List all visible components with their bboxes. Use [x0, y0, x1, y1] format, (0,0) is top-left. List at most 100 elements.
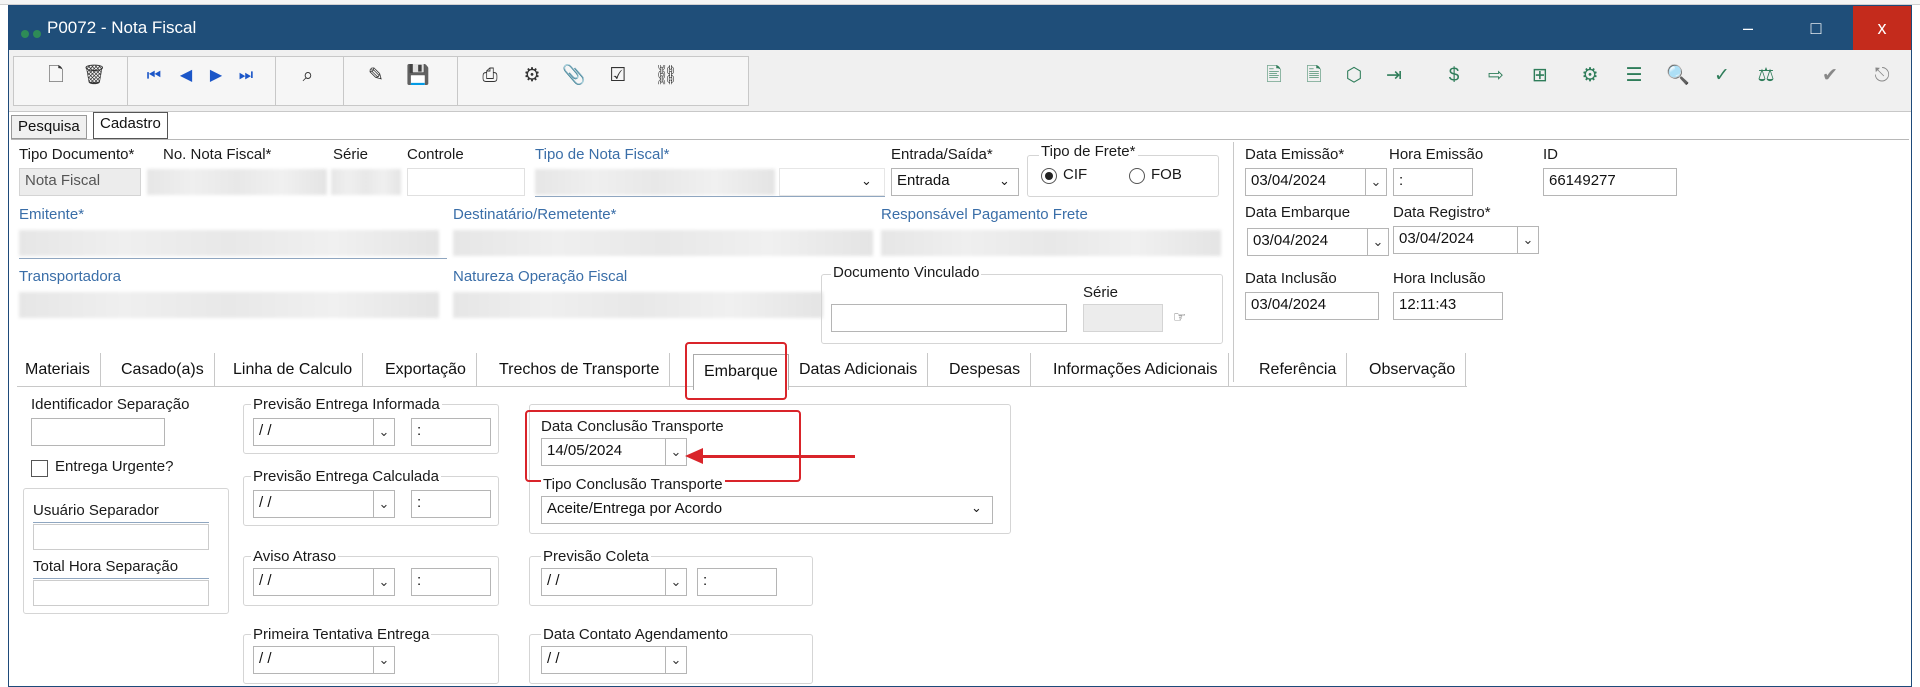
previsao-informada-time[interactable]: :	[411, 418, 491, 446]
frete-fob-radio[interactable]	[1129, 168, 1145, 184]
previsao-calculada-date[interactable]: / /	[253, 490, 375, 518]
preview-doc-icon[interactable]: 🔍	[1665, 63, 1691, 89]
responsavel-frete-field[interactable]	[881, 230, 1221, 256]
previsao-calculada-dropdown-icon[interactable]: ⌄	[373, 490, 395, 518]
no-nota-fiscal-field[interactable]	[147, 169, 327, 195]
tipo-documento-field[interactable]: Nota Fiscal	[19, 168, 141, 196]
export-doc-icon[interactable]: ⇨	[1483, 63, 1509, 89]
previsao-informada-date[interactable]: / /	[253, 418, 375, 446]
destinatario-field[interactable]	[453, 230, 873, 256]
documento-vinculado-field[interactable]	[831, 304, 1067, 332]
entrada-saida-label: Entrada/Saída*	[891, 146, 993, 163]
aviso-atraso-time[interactable]: :	[411, 568, 491, 596]
identificador-separacao-field[interactable]	[31, 418, 165, 446]
data-emissao-dropdown-icon[interactable]: ⌄	[1365, 168, 1387, 196]
hora-emissao-field[interactable]: :	[1393, 168, 1473, 196]
toolbar-separator	[343, 56, 344, 106]
pointing-hand-icon[interactable]: ☞	[1173, 308, 1186, 326]
aviso-atraso-dropdown-icon[interactable]: ⌄	[373, 568, 395, 596]
red-arrow-icon	[685, 448, 703, 464]
list-doc-icon[interactable]: ☰	[1621, 63, 1647, 89]
data-embarque-field[interactable]: 03/04/2024	[1247, 228, 1369, 256]
tab-despesas[interactable]: Despesas	[939, 353, 1032, 387]
aviso-atraso-date[interactable]: / /	[253, 568, 375, 596]
id-field[interactable]: 66149277	[1543, 168, 1677, 196]
data-conclusao-highlight-box	[525, 410, 801, 482]
previous-record-icon[interactable]: ◀	[173, 63, 199, 89]
data-embarque-dropdown-icon[interactable]: ⌄	[1367, 228, 1389, 256]
data-emissao-field[interactable]: 03/04/2024	[1245, 168, 1367, 196]
tree-icon[interactable]: ⊞	[1527, 63, 1553, 89]
truck-report-icon[interactable]: 🖹	[1261, 63, 1287, 89]
transportadora-field[interactable]	[19, 292, 439, 318]
scale-icon[interactable]: ⚖	[1753, 63, 1779, 89]
save-icon[interactable]: 💾	[405, 63, 431, 89]
exit-icon[interactable]: ⎋	[1869, 63, 1895, 89]
data-registro-field[interactable]: 03/04/2024	[1393, 226, 1519, 254]
tab-trechos-transporte[interactable]: Trechos de Transporte	[489, 353, 671, 387]
entrega-urgente-checkbox[interactable]	[31, 460, 48, 477]
arrow-shaft	[699, 455, 855, 458]
maximize-button[interactable]: □	[1787, 6, 1845, 50]
usuario-separador-field[interactable]	[33, 524, 209, 550]
chevron-down-icon: ⌄	[999, 173, 1010, 188]
tab-observacao[interactable]: Observação	[1359, 353, 1467, 387]
id-label: ID	[1543, 146, 1558, 163]
tab-materiais[interactable]: Materiais	[15, 353, 101, 387]
approve-doc-icon[interactable]: ✓	[1709, 63, 1735, 89]
minimize-button[interactable]: –	[1719, 6, 1777, 50]
tab-datas-adicionais[interactable]: Datas Adicionais	[789, 353, 929, 387]
import-icon[interactable]: ⇥	[1381, 63, 1407, 89]
frete-cif-radio[interactable]	[1041, 168, 1057, 184]
tipo-conclusao-select[interactable]: Aceite/Entrega por Acordo	[541, 496, 993, 524]
close-button[interactable]: x	[1853, 6, 1911, 50]
confirm-check-icon[interactable]: ☑	[605, 63, 631, 89]
serie-field[interactable]	[331, 169, 401, 195]
tab-linha-calculo[interactable]: Linha de Calculo	[223, 353, 364, 387]
search-record-icon[interactable]: ⌕	[295, 63, 321, 89]
next-record-icon[interactable]: ▶	[203, 63, 229, 89]
data-inclusao-field[interactable]: 03/04/2024	[1245, 292, 1379, 320]
doc-serie-label: Série	[1083, 284, 1119, 301]
controle-field[interactable]	[407, 168, 525, 196]
primeira-tentativa-dropdown-icon[interactable]: ⌄	[373, 646, 395, 674]
check-icon[interactable]: ✔	[1817, 63, 1843, 89]
data-contato-date[interactable]: / /	[541, 646, 667, 674]
delete-icon[interactable]: 🗑	[81, 63, 107, 89]
package-icon[interactable]: ⬡	[1341, 63, 1367, 89]
tab-referencia[interactable]: Referência	[1249, 353, 1348, 387]
previsao-coleta-dropdown-icon[interactable]: ⌄	[665, 568, 687, 596]
attach-icon[interactable]: 📎	[561, 63, 587, 89]
first-record-icon[interactable]: ⏮	[141, 63, 167, 89]
emitente-field[interactable]	[19, 230, 439, 256]
total-hora-separacao-field[interactable]	[33, 580, 209, 606]
previsao-informada-dropdown-icon[interactable]: ⌄	[373, 418, 395, 446]
serie-label: Série	[333, 146, 369, 163]
tab-cadastro[interactable]: Cadastro	[93, 112, 168, 139]
tipo-nota-fiscal-field[interactable]	[535, 169, 775, 195]
tab-pesquisa[interactable]: Pesquisa	[11, 115, 87, 139]
print-icon[interactable]: ⎙	[477, 63, 503, 89]
tab-informacoes-adicionais[interactable]: Informações Adicionais	[1043, 353, 1229, 387]
link-icon[interactable]: ⛓	[653, 63, 679, 89]
previsao-calculada-time[interactable]: :	[411, 490, 491, 518]
process-gear-icon[interactable]: ⚙	[1577, 63, 1603, 89]
last-record-icon[interactable]: ⏭	[233, 63, 259, 89]
data-contato-dropdown-icon[interactable]: ⌄	[665, 646, 687, 674]
tab-casados[interactable]: Casado(a)s	[111, 353, 215, 387]
data-registro-dropdown-icon[interactable]: ⌄	[1517, 226, 1539, 254]
hora-emissao-label: Hora Emissão	[1389, 146, 1484, 163]
doc-serie-field[interactable]	[1083, 304, 1163, 332]
settings-icon[interactable]: ⚙	[519, 63, 545, 89]
new-document-icon[interactable]: 🗋	[43, 63, 69, 89]
tab-exportacao[interactable]: Exportação	[375, 353, 477, 387]
natureza-operacao-field[interactable]	[453, 292, 823, 318]
previsao-coleta-date[interactable]: / /	[541, 568, 667, 596]
transportadora-label: Transportadora	[19, 268, 121, 285]
previsao-coleta-time[interactable]: :	[697, 568, 777, 596]
edit-icon[interactable]: ✎	[363, 63, 389, 89]
primeira-tentativa-date[interactable]: / /	[253, 646, 375, 674]
hora-inclusao-field[interactable]: 12:11:43	[1393, 292, 1503, 320]
invoice-config-icon[interactable]: 🗎	[1301, 63, 1327, 89]
money-doc-icon[interactable]: $	[1441, 63, 1467, 89]
